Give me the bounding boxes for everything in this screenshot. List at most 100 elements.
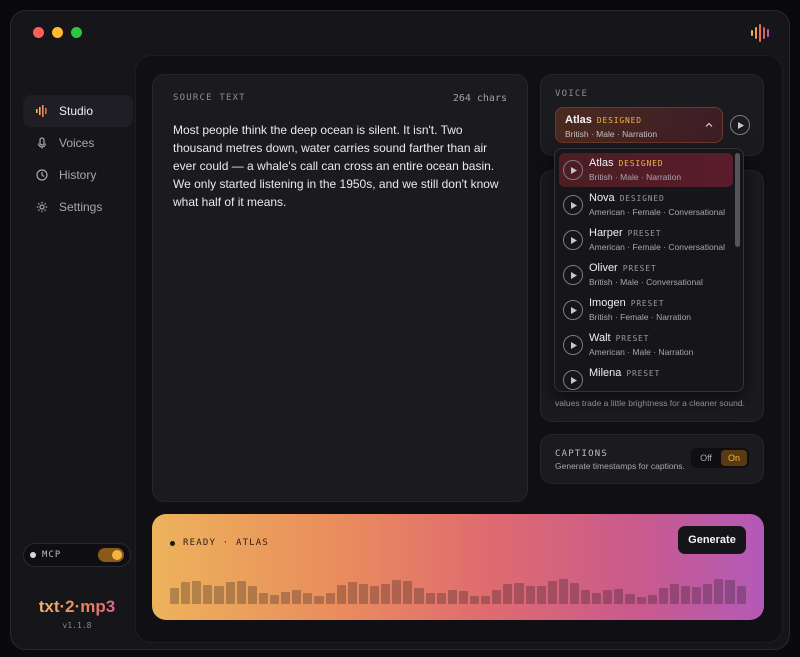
maximize-window-button[interactable]: [71, 27, 82, 38]
brand-logo: txt·2·mp3: [23, 597, 131, 617]
waveform-bar: [225, 582, 235, 604]
voice-select[interactable]: Atlas DESIGNED British · Male · Narration: [555, 107, 723, 143]
char-count: 264 chars: [452, 93, 507, 104]
waveform-bar: [681, 586, 691, 604]
sidebar-item-history[interactable]: History: [23, 159, 133, 191]
clock-icon: [35, 168, 49, 182]
source-text-input[interactable]: Most people think the deep ocean is sile…: [173, 121, 499, 211]
play-icon[interactable]: [563, 300, 583, 320]
waveform-bar: [436, 593, 446, 604]
app-logo-icon: [751, 23, 769, 43]
voice-option-walt[interactable]: Walt PRESET American · Male · Narration: [559, 328, 733, 362]
voice-option-name: Nova DESIGNED: [589, 192, 665, 204]
sidebar-item-studio[interactable]: Studio: [23, 95, 133, 127]
sidebar-item-label: Studio: [59, 104, 94, 118]
captions-description: Generate timestamps for captions.: [555, 461, 685, 471]
status-text: READY · ATLAS: [183, 538, 270, 548]
sidebar-item-voices[interactable]: Voices: [23, 127, 133, 159]
sidebar-item-settings[interactable]: Settings: [23, 191, 133, 223]
selected-voice-details: British · Male · Narration: [565, 129, 658, 139]
waveform-bar: [481, 596, 491, 604]
waveform-bar: [369, 586, 380, 604]
waveform-bar: [425, 593, 435, 604]
waveform-bar: [581, 590, 591, 604]
waveform-bar: [292, 590, 302, 604]
voice-dropdown: Atlas DESIGNED British · Male · Narration…: [554, 148, 744, 392]
waveform-bar: [536, 586, 546, 604]
waveform-bar: [314, 596, 324, 604]
waveform-bar: [547, 581, 557, 604]
waveform-bar: [692, 587, 702, 604]
waveform-bar: [558, 579, 568, 604]
selected-voice-tag: DESIGNED: [596, 116, 642, 125]
waveform-bar: [325, 593, 335, 604]
preview-voice-button[interactable]: [730, 115, 750, 135]
voice-option-name: Oliver PRESET: [589, 262, 656, 274]
waveform-bar: [703, 584, 713, 604]
play-icon[interactable]: [563, 195, 583, 215]
voice-option-harper[interactable]: Harper PRESET American · Female · Convers…: [559, 223, 733, 257]
waveform-bar: [569, 583, 580, 604]
app-version: v1.1.8: [62, 621, 92, 630]
voice-option-details: American · Male · Narration: [589, 347, 694, 357]
voice-name: Nova: [589, 192, 615, 204]
generation-status: READY · ATLAS: [170, 538, 269, 548]
captions-off-option[interactable]: Off: [693, 450, 719, 466]
waveform-bar: [469, 596, 480, 604]
chevron-up-icon: [705, 120, 713, 130]
dropdown-scrollbar[interactable]: [735, 153, 740, 247]
generate-panel: READY · ATLAS Generate: [152, 514, 764, 620]
waveform-bar: [614, 589, 624, 604]
close-window-button[interactable]: [33, 27, 44, 38]
waveform-bar: [392, 580, 402, 604]
voice-name: Walt: [589, 332, 611, 344]
selected-voice-name-text: Atlas: [565, 114, 592, 126]
waveform-bar: [658, 588, 668, 604]
play-icon[interactable]: [563, 230, 583, 250]
waveform-bar: [736, 586, 746, 604]
captions-segmented-control: Off On: [691, 448, 749, 468]
voice-option-milena[interactable]: Milena PRESET: [559, 363, 733, 391]
filter-description: values trade a little brightness for a c…: [555, 398, 745, 408]
voice-option-details: British · Male · Conversational: [589, 277, 703, 287]
mcp-toggle[interactable]: [98, 548, 124, 562]
waveform-bar: [725, 580, 735, 604]
sidebar-item-label: History: [59, 168, 97, 182]
waveform-bar: [303, 593, 313, 604]
waveform-bar: [336, 585, 346, 604]
waveform-bar: [492, 590, 502, 604]
play-icon[interactable]: [563, 370, 583, 390]
waveform-bar: [281, 592, 291, 604]
voice-label: VOICE: [555, 89, 589, 99]
waveform-bar: [203, 585, 213, 604]
status-dot-icon: [170, 540, 175, 546]
voice-option-imogen[interactable]: Imogen PRESET British · Female · Narratio…: [559, 293, 733, 327]
waveform-bar: [669, 584, 680, 604]
waveform-bar: [592, 593, 602, 604]
source-text-card: SOURCE TEXT 264 chars Most people think …: [152, 74, 528, 502]
waveform-bar: [403, 581, 413, 604]
minimize-window-button[interactable]: [52, 27, 63, 38]
mic-icon: [35, 136, 49, 150]
waveform-bar: [258, 593, 268, 604]
voice-option-oliver[interactable]: Oliver PRESET British · Male · Conversati…: [559, 258, 733, 292]
mcp-toggle-row: MCP: [23, 543, 131, 567]
play-icon[interactable]: [563, 265, 583, 285]
voice-tag: PRESET: [627, 229, 662, 238]
play-icon[interactable]: [563, 335, 583, 355]
voice-option-name: Imogen PRESET: [589, 297, 664, 309]
voice-option-atlas[interactable]: Atlas DESIGNED British · Male · Narration: [559, 153, 733, 187]
waveform-bar: [603, 590, 613, 604]
sidebar-item-label: Settings: [59, 200, 103, 214]
captions-card: CAPTIONS Generate timestamps for caption…: [540, 434, 764, 484]
generate-button[interactable]: Generate: [678, 526, 746, 554]
waveform-bar: [236, 581, 246, 604]
waveform-bar: [525, 586, 535, 604]
waveform-bar: [358, 584, 368, 604]
voice-option-name: Harper PRESET: [589, 227, 661, 239]
play-icon[interactable]: [563, 160, 583, 180]
voice-option-nova[interactable]: Nova DESIGNED American · Female · Convers…: [559, 188, 733, 222]
captions-on-option[interactable]: On: [721, 450, 747, 466]
waveform-bar: [636, 597, 646, 604]
gear-icon: [35, 200, 49, 214]
